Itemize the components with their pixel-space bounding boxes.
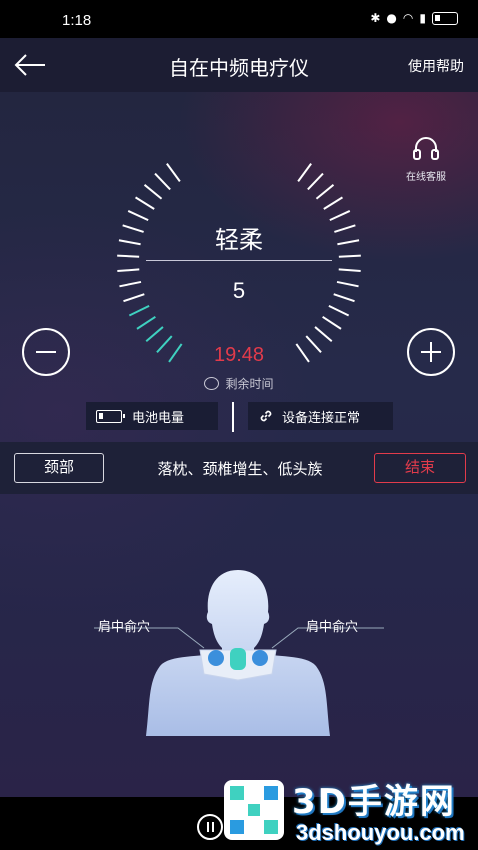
body-figure: [94, 570, 384, 736]
page-title: 自在中频电疗仪: [169, 56, 309, 80]
acupoint-left-label: 肩中俞穴: [98, 620, 151, 635]
electrode-left-icon: [208, 650, 224, 666]
help-link[interactable]: 使用帮助: [408, 56, 464, 76]
watermark-url: 3dshouyou.com: [296, 820, 465, 845]
wifi-icon: ◠: [402, 11, 414, 25]
battery-status-icon: [432, 11, 458, 25]
bluetooth-icon: ✱: [370, 11, 381, 25]
electrode-center-icon: [230, 648, 246, 670]
watermark: 3D手游网 3dshouyou.com: [216, 770, 478, 850]
status-bar: 1:18 ✱ ● ◠ ▮: [0, 0, 478, 38]
location-icon: ●: [386, 11, 397, 25]
acupoint-right-label: 肩中俞穴: [306, 620, 359, 635]
watermark-logo: [224, 780, 284, 840]
alert-icon: ▮: [419, 11, 426, 25]
main-panel: 在线客服 轻柔 5 19:48 剩余时间 电池电量 设备连接正常 颈部 落枕、颈…: [0, 92, 478, 797]
status-time: 1:18: [62, 12, 92, 29]
status-icons: ✱ ● ◠ ▮: [370, 11, 458, 25]
back-arrow-icon[interactable]: [12, 50, 48, 80]
electrode-right-icon: [252, 650, 268, 666]
watermark-title: 3D手游网: [292, 782, 456, 822]
app-bar: 自在中频电疗仪 使用帮助: [0, 38, 478, 92]
